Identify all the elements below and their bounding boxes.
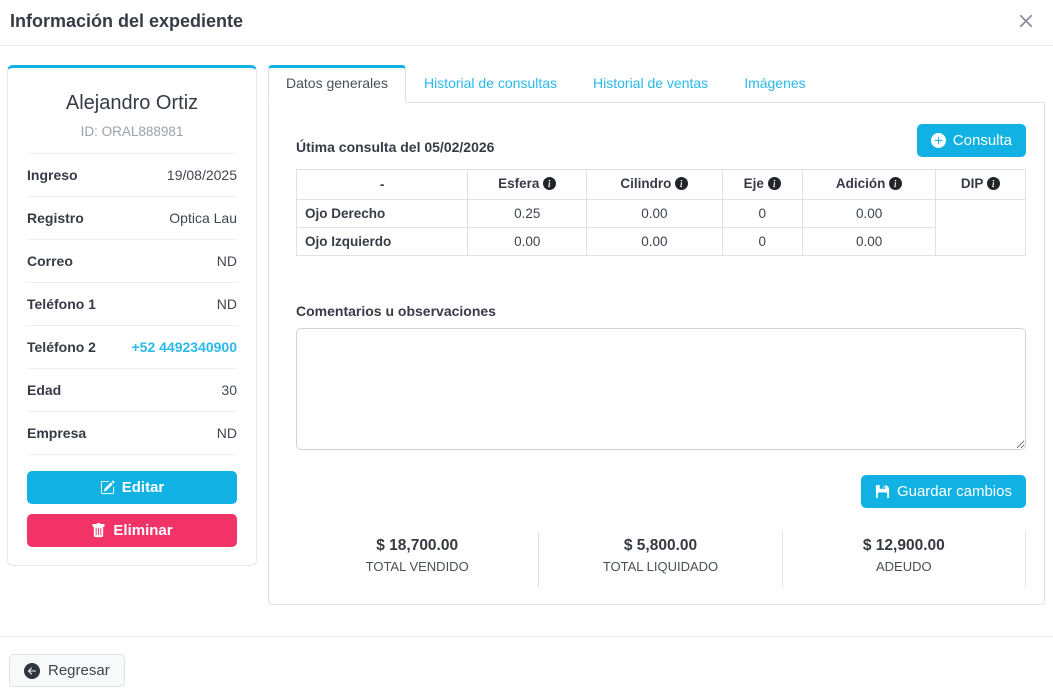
tab-historial-consultas[interactable]: Historial de consultas [406,65,575,102]
delete-button[interactable]: Eliminar [27,514,237,547]
field-value: 30 [221,382,237,398]
arrow-left-circle-icon [24,663,40,679]
info-icon[interactable] [543,177,556,193]
modal-body: Alejandro Ortiz ID: ORAL888981 Ingreso 1… [0,46,1053,605]
new-consultation-button-label: Consulta [953,132,1012,149]
save-changes-button-label: Guardar cambios [897,483,1012,500]
info-icon[interactable] [675,177,688,193]
column-header-cilindro: Cilindro [587,170,723,200]
tab-historial-ventas[interactable]: Historial de ventas [575,65,726,102]
total-vendido: $ 18,700.00 TOTAL VENDIDO [296,532,539,587]
field-row-edad: Edad 30 [27,369,237,412]
field-row-ingreso: Ingreso 19/08/2025 [27,154,237,197]
cell-dip [936,200,1026,256]
patient-card: Alejandro Ortiz ID: ORAL888981 Ingreso 1… [7,65,257,566]
plus-circle-icon [931,133,946,148]
comments-label: Comentarios u observaciones [296,303,1026,319]
save-icon [875,484,890,499]
save-changes-button[interactable]: Guardar cambios [861,475,1026,508]
page-title: Información del expediente [10,11,243,32]
field-label: Registro [27,210,84,226]
total-label: TOTAL LIQUIDADO [539,559,781,574]
field-label: Edad [27,382,61,398]
table-row-right-eye: Ojo Derecho 0.25 0.00 0 0.00 [297,200,1026,228]
field-label: Teléfono 1 [27,296,96,312]
info-icon[interactable] [768,177,781,193]
field-label: Teléfono 2 [27,339,96,355]
close-icon[interactable] [1011,10,1041,32]
consultation-header: Útima consulta del 05/02/2026 Consulta [296,124,1026,157]
right-panel: Datos generales Historial de consultas H… [268,65,1045,605]
pencil-square-icon [100,480,115,495]
cell-esfera: 0.00 [468,228,587,256]
cell-eje: 0 [722,228,802,256]
tab-bar: Datos generales Historial de consultas H… [268,65,1045,102]
tab-panel-datos-generales: Útima consulta del 05/02/2026 Consulta -… [268,102,1045,605]
field-row-empresa: Empresa ND [27,412,237,455]
delete-button-label: Eliminar [113,522,172,539]
column-header-eje: Eje [722,170,802,200]
info-icon[interactable] [987,177,1000,193]
total-label: TOTAL VENDIDO [296,559,538,574]
field-label: Empresa [27,425,86,441]
field-row-telefono-2: Teléfono 2 +52 4492340900 [27,326,237,369]
field-row-registro: Registro Optica Lau [27,197,237,240]
field-value: ND [217,425,237,441]
column-header-adicion: Adición [802,170,935,200]
field-label: Correo [27,253,73,269]
info-icon[interactable] [889,177,902,193]
column-header-esfera: Esfera [468,170,587,200]
phone-link[interactable]: +52 4492340900 [132,339,238,355]
row-label: Ojo Izquierdo [297,228,468,256]
table-header-row: - Esfera Cilindro Eje Adición DIP [297,170,1026,200]
prescription-table: - Esfera Cilindro Eje Adición DIP Ojo De… [296,169,1026,256]
back-button[interactable]: Regresar [9,654,125,687]
modal-footer: Regresar [0,636,1053,687]
field-row-correo: Correo ND [27,240,237,283]
edit-button[interactable]: Editar [27,471,237,504]
patient-name: Alejandro Ortiz [27,92,237,115]
back-button-label: Regresar [48,662,110,679]
field-row-telefono-1: Teléfono 1 ND [27,283,237,326]
patient-id: ID: ORAL888981 [27,124,237,154]
total-amount: $ 5,800.00 [539,537,781,555]
modal-header: Información del expediente [0,0,1053,46]
total-amount: $ 18,700.00 [296,537,538,555]
cell-adicion: 0.00 [802,200,935,228]
cell-cilindro: 0.00 [587,200,723,228]
tab-datos-generales[interactable]: Datos generales [268,65,406,103]
totals-row: $ 18,700.00 TOTAL VENDIDO $ 5,800.00 TOT… [296,532,1026,587]
total-adeudo: $ 12,900.00 ADEUDO [783,532,1026,587]
cell-cilindro: 0.00 [587,228,723,256]
field-value: Optica Lau [169,210,237,226]
total-liquidado: $ 5,800.00 TOTAL LIQUIDADO [539,532,782,587]
edit-button-label: Editar [122,479,165,496]
field-label: Ingreso [27,167,78,183]
column-header-eye: - [297,170,468,200]
field-value: ND [217,296,237,312]
tab-imagenes[interactable]: Imágenes [726,65,823,102]
cell-esfera: 0.25 [468,200,587,228]
save-row: Guardar cambios [296,475,1026,508]
last-consultation-title: Útima consulta del 05/02/2026 [296,139,494,157]
row-label: Ojo Derecho [297,200,468,228]
trash-icon [91,523,106,538]
total-amount: $ 12,900.00 [783,537,1025,555]
new-consultation-button[interactable]: Consulta [917,124,1026,157]
comments-textarea[interactable] [296,328,1026,450]
total-label: ADEUDO [783,559,1025,574]
field-value: 19/08/2025 [167,167,237,183]
column-header-dip: DIP [936,170,1026,200]
table-row-left-eye: Ojo Izquierdo 0.00 0.00 0 0.00 [297,228,1026,256]
field-value: ND [217,253,237,269]
cell-eje: 0 [722,200,802,228]
cell-adicion: 0.00 [802,228,935,256]
